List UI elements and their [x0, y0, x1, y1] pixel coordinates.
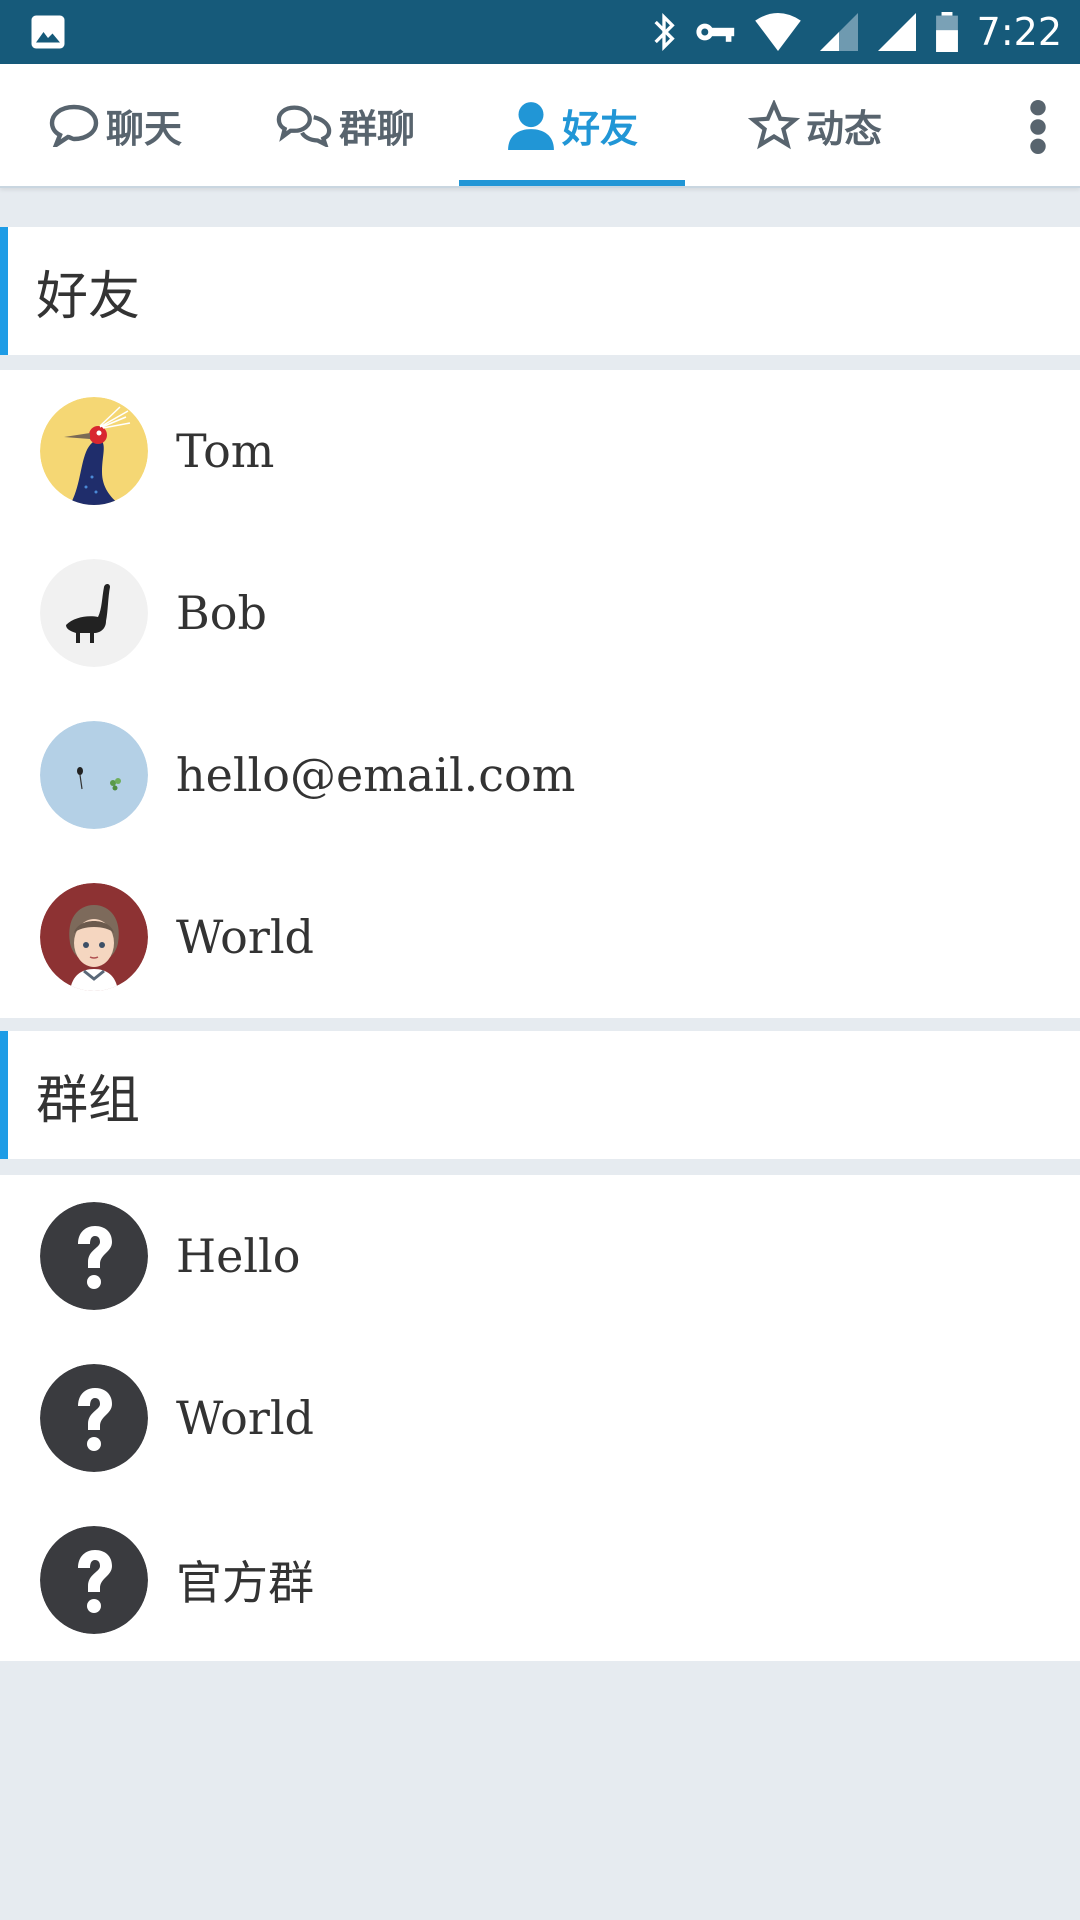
question-icon: [40, 1526, 148, 1634]
avatar: [40, 883, 148, 991]
girl-avatar-icon: [40, 883, 148, 991]
avatar: [40, 1202, 148, 1310]
section-header-groups: 群组: [0, 1031, 1080, 1159]
question-icon: [40, 1202, 148, 1310]
list-item[interactable]: Hello: [0, 1175, 1080, 1337]
friends-list: Tom Bob hello@email.com World: [0, 370, 1080, 1018]
avatar: [40, 559, 148, 667]
avatar: [40, 1364, 148, 1472]
status-time: 7:22: [976, 10, 1062, 54]
list-item[interactable]: World: [0, 1337, 1080, 1499]
friend-name: World: [176, 910, 314, 964]
dinosaur-avatar-icon: [40, 559, 148, 667]
friend-name: hello@email.com: [176, 748, 576, 802]
question-icon: [40, 1364, 148, 1472]
list-item[interactable]: Bob: [0, 532, 1080, 694]
list-item[interactable]: Tom: [0, 370, 1080, 532]
list-item[interactable]: hello@email.com: [0, 694, 1080, 856]
wifi-icon: [754, 13, 801, 51]
group-name: World: [176, 1391, 314, 1445]
sky-avatar-icon: [40, 721, 148, 829]
avatar: [40, 397, 148, 505]
tab-label: 群聊: [338, 106, 415, 151]
more-vert-icon[interactable]: [1026, 100, 1050, 154]
bluetooth-icon: [654, 12, 675, 52]
group-name: Hello: [176, 1229, 301, 1283]
list-item[interactable]: 官方群: [0, 1499, 1080, 1661]
section-title: 群组: [36, 1070, 141, 1131]
tab-label: 好友: [561, 106, 638, 151]
avatar: [40, 1526, 148, 1634]
tab-group-chat[interactable]: 群聊: [250, 64, 440, 186]
signal-icon: [877, 13, 916, 51]
section-title: 好友: [36, 266, 141, 327]
tab-label: 动态: [805, 106, 882, 151]
tab-friends[interactable]: 好友: [459, 64, 685, 186]
battery-icon: [935, 12, 958, 52]
person-icon: [508, 102, 554, 150]
vpn-key-icon: [696, 23, 734, 42]
tab-chat[interactable]: 聊天: [20, 64, 210, 186]
friend-name: Tom: [176, 424, 275, 478]
group-chat-icon: [276, 105, 332, 147]
groups-list: Hello World 官方群: [0, 1175, 1080, 1661]
active-tab-indicator: [459, 180, 685, 186]
avatar: [40, 721, 148, 829]
friend-name: Bob: [176, 586, 267, 640]
status-bar: 7:22: [0, 0, 1080, 64]
section-header-friends: 好友: [0, 227, 1080, 355]
list-item[interactable]: World: [0, 856, 1080, 1018]
signal-icon: [819, 13, 858, 51]
bird-avatar-icon: [40, 397, 148, 505]
image-icon: [31, 15, 65, 49]
tab-label: 聊天: [105, 106, 182, 151]
star-icon: [747, 100, 800, 150]
group-name: 官方群: [176, 1556, 314, 1610]
tab-bar: 聊天 群聊 好友 动态: [0, 64, 1080, 188]
tab-moments[interactable]: 动态: [720, 64, 910, 186]
chat-bubble-icon: [49, 104, 99, 147]
